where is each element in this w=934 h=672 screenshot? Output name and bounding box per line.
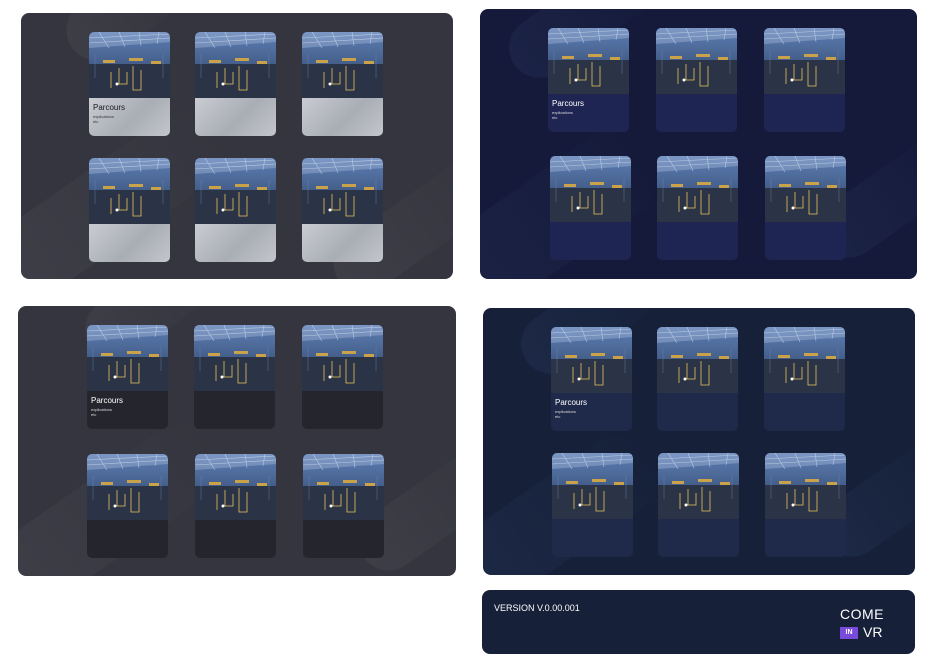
menu-panel-gray-dark: Parcours explications etc [18,306,456,576]
warehouse-thumbnail [302,325,383,391]
warehouse-thumbnail [657,156,738,222]
logo-vr-text: VR [863,624,883,640]
course-card[interactable]: Parcours explications etc [548,28,629,132]
warehouse-thumbnail [195,32,276,98]
logo-in-badge: IN [840,627,858,639]
course-card[interactable] [552,453,633,557]
course-card[interactable] [89,158,170,262]
card-title: Parcours [93,103,126,112]
version-label: VERSION V.0.00.001 [494,603,580,613]
logo-come-text: COME [840,606,884,622]
menu-panel-gray-light: Parcours explications etc [21,13,453,279]
card-title: Parcours [555,398,588,407]
course-card[interactable] [764,327,845,431]
warehouse-thumbnail [656,28,737,94]
warehouse-thumbnail [551,327,632,393]
course-card[interactable] [765,156,846,260]
warehouse-thumbnail [765,156,846,222]
card-title: Parcours [552,99,585,108]
course-card[interactable] [302,158,383,262]
warehouse-thumbnail [657,327,738,393]
warehouse-thumbnail [303,454,384,520]
course-card[interactable] [657,156,738,260]
warehouse-thumbnail [548,28,629,94]
course-card[interactable]: Parcours explications etc [551,327,632,431]
card-description-extra: etc [93,119,99,124]
course-card[interactable] [765,453,846,557]
course-card[interactable] [194,325,275,429]
card-description-extra: etc [555,414,561,419]
course-card[interactable] [195,454,276,558]
warehouse-thumbnail [765,453,846,519]
course-card[interactable] [195,158,276,262]
version-footer: VERSION V.0.00.001 COME IN VR [482,590,915,654]
course-card[interactable] [550,156,631,260]
card-title: Parcours [91,396,124,405]
course-card[interactable]: Parcours explications etc [89,32,170,136]
warehouse-thumbnail [658,453,739,519]
warehouse-thumbnail [552,453,633,519]
course-card[interactable] [303,454,384,558]
warehouse-thumbnail [194,325,275,391]
menu-panel-navy-alt: Parcours explications etc [483,308,915,575]
warehouse-thumbnail [87,325,168,391]
course-card[interactable] [302,325,383,429]
warehouse-thumbnail [764,28,845,94]
come-in-vr-logo: COME IN VR [840,606,895,644]
warehouse-thumbnail [302,158,383,224]
card-description-extra: etc [91,412,97,417]
course-card[interactable] [195,32,276,136]
warehouse-thumbnail [87,454,168,520]
warehouse-thumbnail [195,454,276,520]
warehouse-thumbnail [89,158,170,224]
warehouse-thumbnail [89,32,170,98]
card-description-extra: etc [552,115,558,120]
menu-panel-navy: Parcours explications etc [480,9,917,279]
warehouse-thumbnail [550,156,631,222]
warehouse-thumbnail [195,158,276,224]
course-card[interactable] [656,28,737,132]
course-card[interactable] [657,327,738,431]
course-card[interactable] [764,28,845,132]
course-card[interactable]: Parcours explications etc [87,325,168,429]
warehouse-thumbnail [302,32,383,98]
course-card[interactable] [658,453,739,557]
course-card[interactable] [302,32,383,136]
warehouse-thumbnail [764,327,845,393]
course-card[interactable] [87,454,168,558]
